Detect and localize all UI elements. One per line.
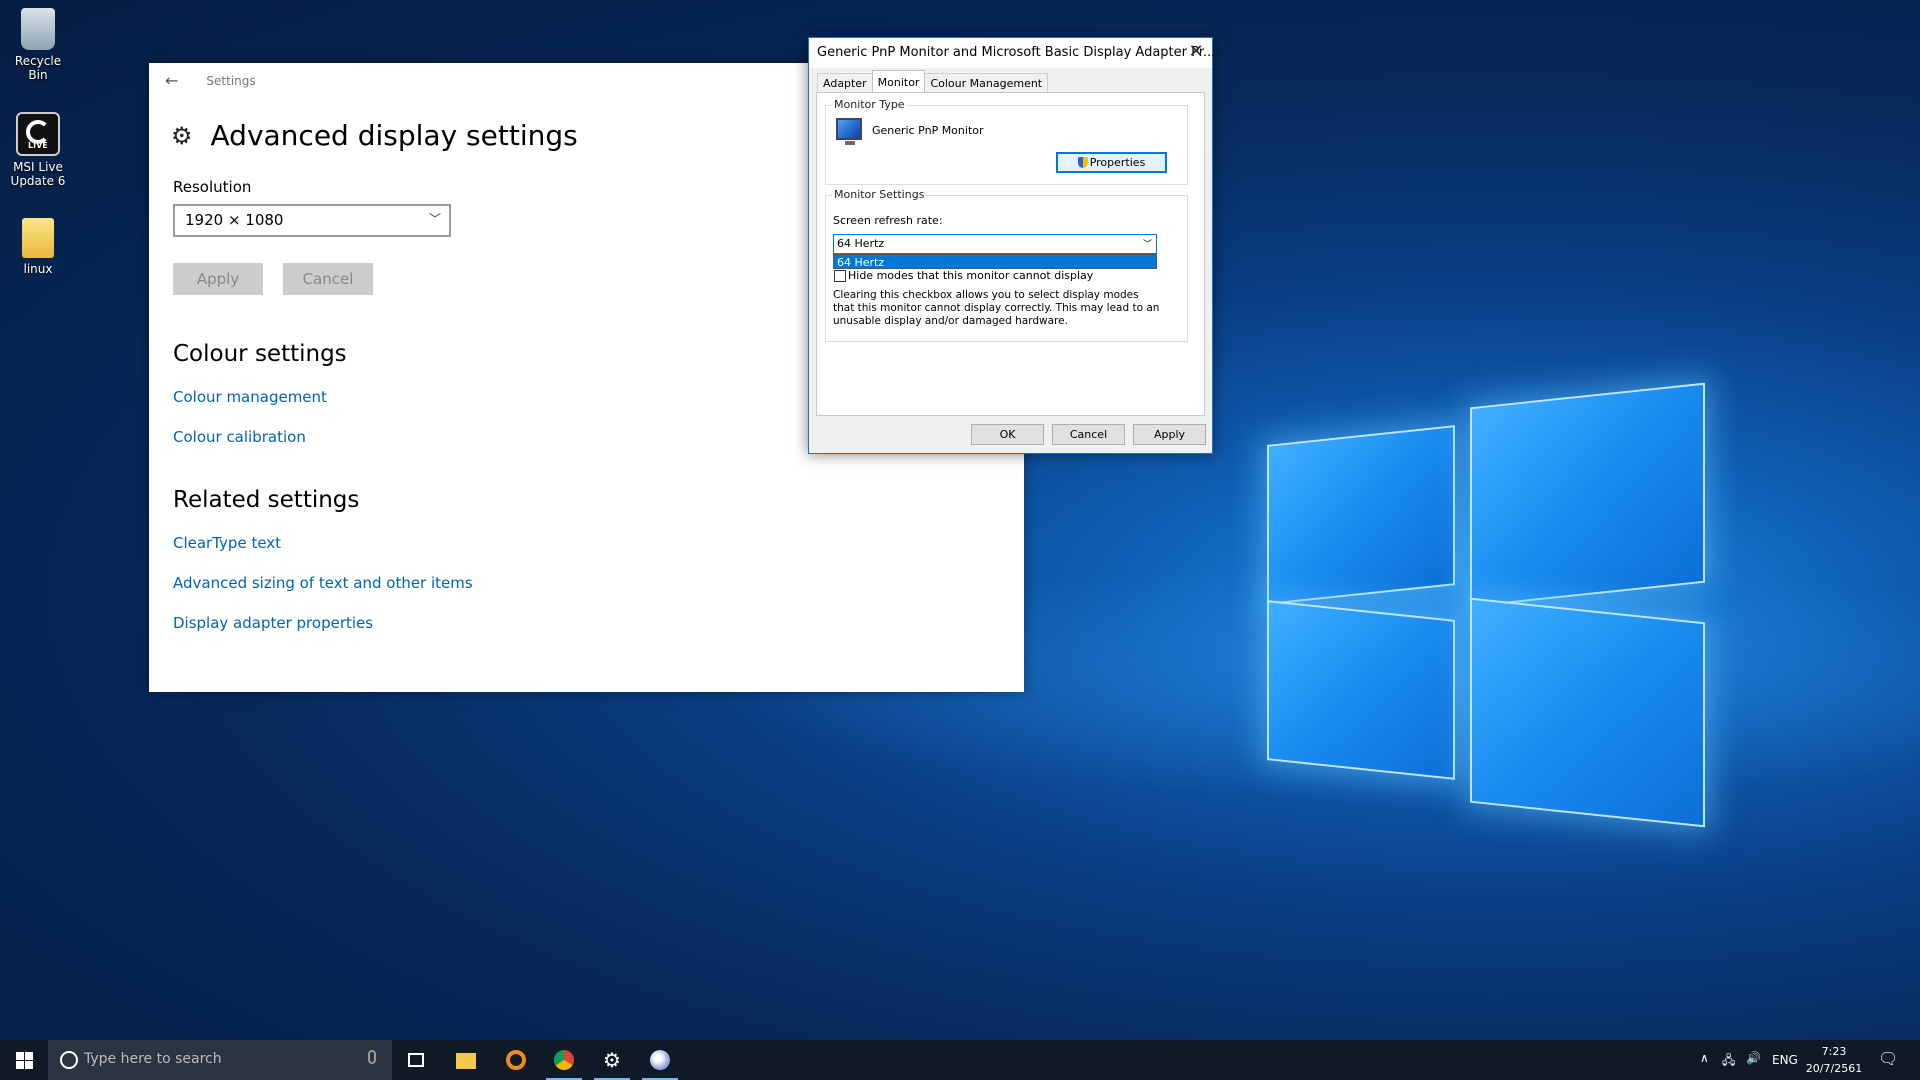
warning-note: Clearing this checkbox allows you to sel… bbox=[833, 289, 1160, 327]
display-adapter-properties-link[interactable]: Display adapter properties bbox=[173, 614, 373, 632]
refresh-rate-option[interactable]: 64 Hertz bbox=[833, 254, 1157, 269]
taskbar-file-explorer[interactable] bbox=[442, 1040, 490, 1080]
gear-icon: ⚙ bbox=[171, 121, 193, 150]
volume-icon[interactable]: 🔊 bbox=[1746, 1051, 1761, 1065]
desktop-icon-linux[interactable]: linux bbox=[4, 218, 72, 276]
hide-modes-label: Hide modes that this monitor cannot disp… bbox=[848, 269, 1094, 282]
network-icon[interactable]: 🖧 bbox=[1722, 1051, 1735, 1072]
desktop-icon-label: MSI Live Update 6 bbox=[10, 160, 66, 188]
display-properties-dialog: Generic PnP Monitor and Microsoft Basic … bbox=[808, 37, 1216, 454]
hide-modes-checkbox[interactable]: Hide modes that this monitor cannot disp… bbox=[834, 269, 1093, 282]
clock-date: 20/7/2561 bbox=[1805, 1062, 1863, 1075]
gear-icon: ⚙ bbox=[603, 1048, 621, 1072]
apply-button[interactable]: Apply bbox=[1133, 424, 1206, 445]
taskbar-chrome[interactable] bbox=[540, 1040, 588, 1080]
tab-adapter[interactable]: Adapter bbox=[817, 73, 873, 92]
monitor-tab-panel: Monitor Type Generic PnP Monitor Propert… bbox=[816, 92, 1205, 416]
advanced-sizing-link[interactable]: Advanced sizing of text and other items bbox=[173, 574, 473, 592]
file-explorer-icon bbox=[456, 1053, 476, 1069]
chrome-icon bbox=[554, 1050, 574, 1070]
close-icon[interactable]: ✕ bbox=[1186, 41, 1206, 62]
task-view-button[interactable] bbox=[392, 1040, 440, 1080]
taskbar-settings[interactable]: ⚙ bbox=[588, 1040, 636, 1080]
msi-live-update-icon: LIVE bbox=[16, 112, 60, 156]
taskbar-blender[interactable] bbox=[492, 1040, 540, 1080]
clock-time: 7:23 bbox=[1821, 1045, 1847, 1058]
monitor-type-legend: Monitor Type bbox=[832, 98, 907, 111]
monitor-name: Generic PnP Monitor bbox=[872, 124, 984, 137]
monitor-icon bbox=[836, 118, 862, 145]
desktop-icon-label: linux bbox=[23, 262, 53, 276]
checkbox-box[interactable] bbox=[834, 269, 846, 282]
paint-icon bbox=[650, 1050, 670, 1070]
resolution-select[interactable]: 1920 × 1080 ﹀ bbox=[173, 204, 451, 237]
settings-topbar: ← Settings bbox=[165, 71, 256, 90]
refresh-rate-label: Screen refresh rate: bbox=[833, 214, 943, 227]
dialog-tabs: Adapter Monitor Colour Management bbox=[817, 70, 1049, 92]
properties-button[interactable]: Properties bbox=[1056, 152, 1167, 173]
tab-monitor[interactable]: Monitor bbox=[871, 70, 926, 92]
properties-label: Properties bbox=[1089, 156, 1146, 169]
taskbar-search-box[interactable]: Type here to search bbox=[48, 1040, 392, 1080]
dialog-titlebar[interactable]: Generic PnP Monitor and Microsoft Basic … bbox=[809, 38, 1216, 68]
blender-icon bbox=[506, 1050, 526, 1070]
chevron-down-icon: ﹀ bbox=[1142, 240, 1152, 250]
windows-logo-wallpaper bbox=[1245, 375, 1715, 835]
resolution-value: 1920 × 1080 bbox=[185, 211, 284, 229]
colour-calibration-link[interactable]: Colour calibration bbox=[173, 428, 306, 446]
cleartype-text-link[interactable]: ClearType text bbox=[173, 534, 281, 552]
taskbar-clock[interactable]: 7:23 20/7/2561 bbox=[1800, 1043, 1868, 1077]
desktop-icon-label: Recycle Bin bbox=[14, 54, 62, 82]
uac-shield-icon bbox=[1077, 157, 1088, 168]
colour-management-link[interactable]: Colour management bbox=[173, 388, 327, 406]
taskbar-paint[interactable] bbox=[636, 1040, 684, 1080]
breadcrumb: Settings bbox=[206, 73, 256, 88]
chevron-up-icon[interactable]: ∧ bbox=[1700, 1051, 1709, 1065]
colour-settings-heading: Colour settings bbox=[173, 341, 347, 367]
action-center-icon[interactable]: 🗨 bbox=[1878, 1049, 1898, 1068]
tab-colour-management[interactable]: Colour Management bbox=[924, 73, 1049, 92]
recycle-bin-icon bbox=[21, 8, 55, 50]
refresh-rate-value: 64 Hertz bbox=[837, 237, 885, 250]
search-placeholder: Type here to search bbox=[84, 1051, 222, 1067]
monitor-settings-legend: Monitor Settings bbox=[832, 188, 927, 201]
resolution-label: Resolution bbox=[173, 178, 252, 196]
microphone-icon[interactable] bbox=[368, 1050, 376, 1064]
task-view-icon bbox=[408, 1053, 424, 1067]
page-title: Advanced display settings bbox=[210, 119, 578, 152]
apply-button[interactable]: Apply bbox=[173, 263, 263, 295]
refresh-rate-select[interactable]: 64 Hertz ﹀ bbox=[833, 234, 1157, 254]
monitor-type-group: Monitor Type Generic PnP Monitor Propert… bbox=[825, 98, 1188, 185]
chevron-down-icon: ﹀ bbox=[428, 212, 441, 226]
monitor-settings-group: Monitor Settings Screen refresh rate: 64… bbox=[825, 188, 1188, 342]
language-indicator[interactable]: ENG bbox=[1772, 1053, 1798, 1067]
ok-button[interactable]: OK bbox=[971, 424, 1044, 445]
cancel-button[interactable]: Cancel bbox=[1052, 424, 1125, 445]
start-button[interactable] bbox=[0, 1040, 48, 1080]
dialog-title: Generic PnP Monitor and Microsoft Basic … bbox=[817, 45, 1216, 60]
folder-icon bbox=[22, 218, 54, 258]
taskbar: Type here to search ⚙ ∧ 🖧 🔊 ENG 7:23 20/… bbox=[0, 1040, 1920, 1080]
cortana-icon[interactable] bbox=[60, 1051, 78, 1069]
desktop-icon-msi-live-update[interactable]: LIVE MSI Live Update 6 bbox=[4, 112, 72, 188]
back-arrow-icon[interactable]: ← bbox=[165, 71, 178, 90]
related-settings-heading: Related settings bbox=[173, 487, 360, 513]
desktop-icon-recycle-bin[interactable]: Recycle Bin bbox=[4, 8, 72, 82]
cancel-button[interactable]: Cancel bbox=[283, 263, 373, 295]
